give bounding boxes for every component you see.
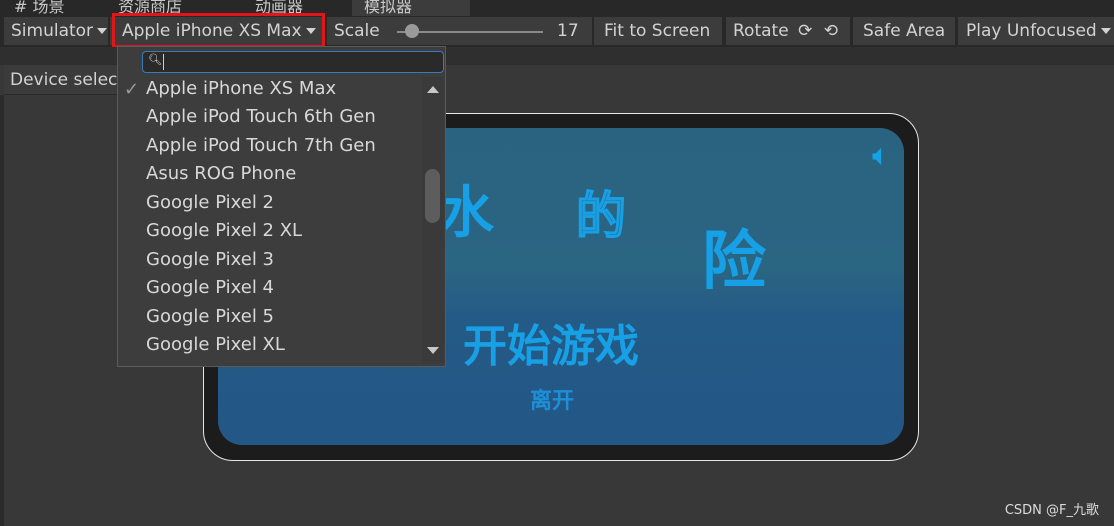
fit-to-screen-button[interactable]: Fit to Screen bbox=[594, 17, 722, 45]
safe-area-button[interactable]: Safe Area bbox=[853, 17, 955, 45]
device-search-input[interactable]: 🔍︎ bbox=[142, 51, 444, 73]
exit-button[interactable]: 离开 bbox=[530, 383, 574, 415]
title-char-2: 的 bbox=[575, 186, 627, 246]
play-mode-dropdown[interactable]: Play Unfocused bbox=[958, 17, 1114, 45]
search-icon: 🔍︎ bbox=[148, 53, 162, 66]
device-option[interactable]: Apple iPod Touch 7th Gen bbox=[146, 135, 376, 163]
rotate-control: Rotate ⟳ ⟲ bbox=[726, 17, 850, 45]
device-option[interactable]: Google Pixel 3 bbox=[146, 249, 274, 277]
device-option[interactable]: Apple iPod Touch 6th Gen bbox=[146, 106, 376, 134]
scroll-up-icon[interactable] bbox=[427, 86, 439, 93]
device-option[interactable]: Google Pixel 4 bbox=[146, 277, 274, 305]
watermark: CSDN @F_九歌 bbox=[1004, 503, 1099, 518]
speaker-icon[interactable]: 🔈︎ bbox=[872, 138, 890, 173]
device-option[interactable]: Apple iPhone XS Max bbox=[146, 78, 336, 106]
scale-label: Scale bbox=[334, 21, 380, 41]
device-option[interactable]: Asus ROG Phone bbox=[146, 163, 296, 191]
highlight-box bbox=[112, 13, 325, 48]
scale-slider-handle[interactable] bbox=[405, 24, 419, 38]
device-dropdown-menu: 🔍︎ ✓ Apple iPhone XS Max Apple iPod Touc… bbox=[117, 46, 446, 367]
scroll-down-icon[interactable] bbox=[427, 347, 439, 354]
title-char-3: 险 bbox=[702, 225, 766, 299]
rotate-right-icon[interactable]: ⟲ bbox=[824, 21, 838, 41]
scale-control: Scale 17 bbox=[327, 17, 592, 45]
checkmark-icon: ✓ bbox=[124, 79, 140, 100]
tab-simulator[interactable]: 模拟器 bbox=[352, 0, 470, 16]
title-char-1: 水 bbox=[438, 181, 494, 246]
device-option[interactable]: Google Pixel 5 bbox=[146, 306, 274, 334]
simulator-label: Simulator bbox=[11, 21, 94, 41]
device-option[interactable]: Google Pixel 2 XL bbox=[146, 220, 302, 248]
device-option[interactable]: Google Pixel 2 bbox=[146, 192, 274, 220]
play-mode-label: Play Unfocused bbox=[966, 21, 1097, 41]
tab-label: 模拟器 bbox=[364, 0, 413, 16]
caret-down-icon bbox=[97, 28, 108, 34]
rotate-left-icon[interactable]: ⟳ bbox=[798, 21, 812, 41]
scale-value: 17 bbox=[557, 21, 579, 41]
scrollbar-thumb[interactable] bbox=[425, 169, 440, 223]
device-option[interactable]: Google Pixel XL bbox=[146, 334, 285, 362]
text-cursor bbox=[163, 54, 164, 70]
caret-down-icon bbox=[1100, 28, 1111, 34]
rotate-label: Rotate bbox=[733, 21, 789, 41]
tab-scene[interactable]: # 场景 bbox=[14, 0, 65, 16]
start-game-button[interactable]: 开始游戏 bbox=[463, 310, 639, 374]
simulator-dropdown[interactable]: Simulator bbox=[4, 17, 108, 45]
panel-divider bbox=[0, 95, 4, 526]
